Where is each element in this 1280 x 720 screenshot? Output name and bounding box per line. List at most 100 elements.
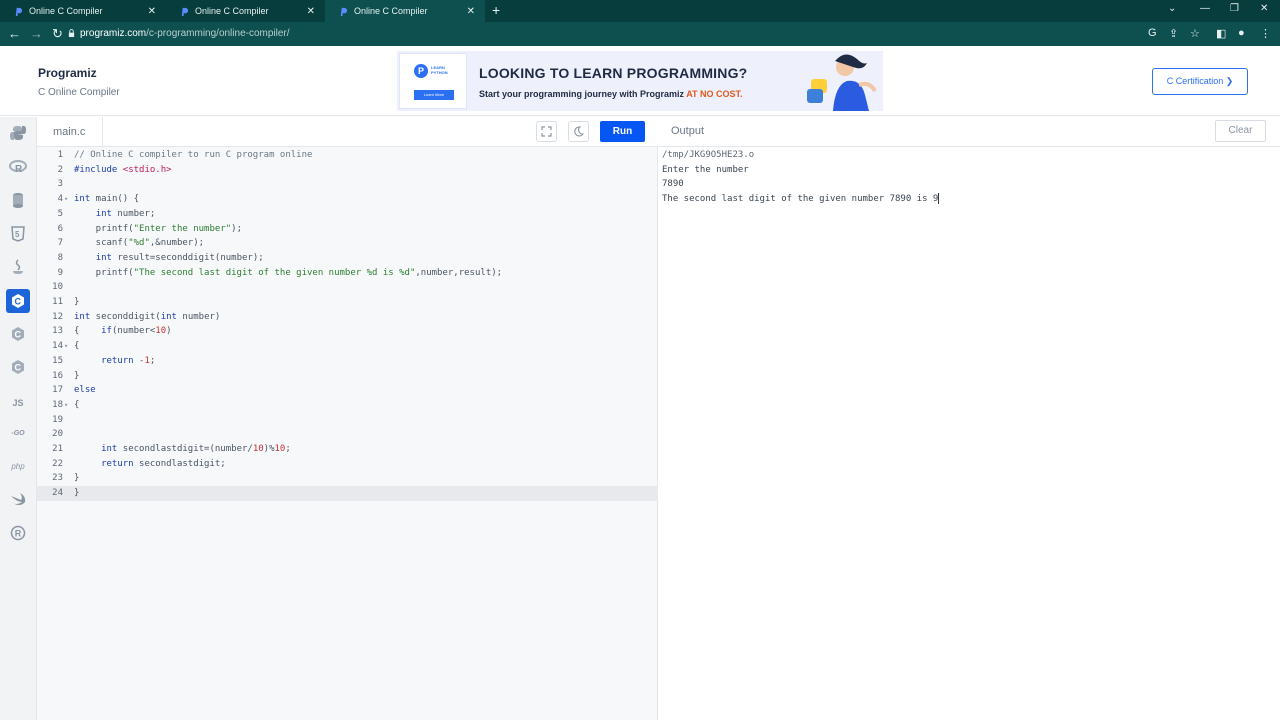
output-title: Output <box>671 125 705 137</box>
code-line[interactable]: 17 else <box>37 383 658 398</box>
programiz-logo[interactable]: Programiz <box>38 66 97 80</box>
url-host: programiz.com <box>80 28 147 39</box>
minimize-icon[interactable]: — <box>1200 3 1210 14</box>
code-line[interactable]: 21 int secondlastdigit=(number/10)%10; <box>37 442 658 457</box>
restore-icon[interactable]: ❐ <box>1230 3 1239 14</box>
tab-close-icon[interactable]: ✕ <box>467 6 475 17</box>
lock-icon <box>68 29 75 37</box>
programiz-favicon-icon <box>14 7 23 16</box>
code-line[interactable]: 19 <box>37 413 658 428</box>
editor-toolbar: main.c Run <box>37 117 658 147</box>
code-line[interactable]: 20 <box>37 427 658 442</box>
code-line[interactable]: 4 ▾ int main() { <box>37 192 658 207</box>
fold-arrow-icon[interactable]: ▾ <box>64 192 68 207</box>
line-number: 21 <box>52 444 63 454</box>
code-text: } <box>74 370 80 381</box>
share-icon[interactable]: ⇪ <box>1169 27 1178 40</box>
bookmark-star-icon[interactable]: ☆ <box>1190 27 1200 40</box>
code-line[interactable]: 10 <box>37 280 658 295</box>
profile-icon[interactable]: ● <box>1238 27 1245 39</box>
browser-tab-bar: Online C Compiler ✕ Online C Compiler ✕ … <box>0 0 1280 22</box>
code-line[interactable]: 14 ▾ { <box>37 339 658 354</box>
code-line[interactable]: 23} <box>37 471 658 486</box>
code-line[interactable]: 11} <box>37 295 658 310</box>
java-icon[interactable] <box>6 255 30 279</box>
code-line[interactable]: 22 return secondlastdigit; <box>37 457 658 472</box>
text-cursor <box>938 193 940 205</box>
svg-text:C: C <box>15 330 22 340</box>
code-line[interactable]: 5 int number; <box>37 207 658 222</box>
browser-tab-active[interactable]: Online C Compiler ✕ <box>325 0 485 22</box>
code-line[interactable]: 15 return -1; <box>37 354 658 369</box>
reload-icon[interactable]: ↻ <box>52 26 63 42</box>
code-text: #include <stdio.h> <box>74 164 172 175</box>
code-line[interactable]: 13 { if(number<10) <box>37 324 658 339</box>
cpp-icon[interactable]: C <box>6 322 30 346</box>
close-window-icon[interactable]: ✕ <box>1260 3 1268 14</box>
ad-banner[interactable]: P LEARN PYTHON Learn More LOOKING TO LEAR… <box>397 51 883 111</box>
fold-arrow-icon[interactable]: ▾ <box>64 398 68 413</box>
language-sidebar: R 5 C C C JS -GO php R <box>0 117 37 720</box>
line-number: 16 <box>52 370 63 381</box>
expand-icon <box>541 126 552 137</box>
line-number: 23 <box>52 473 63 484</box>
code-line[interactable]: 9 printf("The second last digit of the g… <box>37 266 658 281</box>
code-line[interactable]: 1 // Online C compiler to run C program o… <box>37 148 658 163</box>
theme-toggle-button[interactable] <box>568 121 589 142</box>
rust-icon[interactable]: R <box>6 521 30 545</box>
code-line[interactable]: 24} <box>37 486 658 501</box>
output-console[interactable]: /tmp/JKG9O5HE23.o Enter the number 7890 … <box>659 147 1280 720</box>
line-number: 13 <box>52 326 63 337</box>
new-tab-button[interactable]: + <box>492 2 500 18</box>
code-editor[interactable]: 1 // Online C compiler to run C program o… <box>37 147 658 720</box>
code-text: return secondlastdigit; <box>101 458 226 469</box>
code-line[interactable]: 12 int seconddigit(int number) <box>37 310 658 325</box>
forward-arrow-icon[interactable]: → <box>30 26 43 42</box>
c-lang-icon[interactable]: C <box>6 289 30 313</box>
side-panel-icon[interactable]: ◧ <box>1216 27 1226 40</box>
moon-icon <box>574 126 584 137</box>
clear-button[interactable]: Clear <box>1215 120 1266 142</box>
python-icon[interactable] <box>6 121 30 145</box>
browser-tab[interactable]: Online C Compiler ✕ <box>166 0 325 22</box>
line-number: 1 <box>57 150 63 160</box>
javascript-icon[interactable]: JS <box>6 391 30 415</box>
php-icon[interactable]: php <box>6 454 30 478</box>
tab-search-icon[interactable]: ⌄ <box>1168 3 1176 14</box>
line-number: 14 <box>52 341 63 352</box>
google-icon[interactable]: G <box>1148 27 1157 39</box>
c-certification-button[interactable]: C Certification ❯ <box>1152 68 1248 95</box>
sql-icon[interactable] <box>6 188 30 212</box>
code-line[interactable]: 2 #include <stdio.h> <box>37 163 658 178</box>
code-line[interactable]: 6 printf("Enter the number"); <box>37 222 658 237</box>
r-lang-icon[interactable]: R <box>6 155 30 179</box>
line-number: 11 <box>52 297 63 307</box>
tab-title: Online C Compiler <box>29 6 103 16</box>
banner-illustration-icon <box>807 54 877 111</box>
tab-close-icon[interactable]: ✕ <box>307 6 315 17</box>
code-line[interactable]: 16} <box>37 369 658 384</box>
fullscreen-button[interactable] <box>536 121 557 142</box>
html5-icon[interactable]: 5 <box>6 222 30 246</box>
learn-more-button[interactable]: Learn More <box>414 90 454 100</box>
browser-tab[interactable]: Online C Compiler ✕ <box>0 0 166 22</box>
code-line[interactable]: 7 scanf("%d",&number); <box>37 236 658 251</box>
banner-subtext: Start your programming journey with Prog… <box>479 89 743 99</box>
run-button[interactable]: Run <box>600 121 645 142</box>
url-field[interactable]: programiz.com/c-programming/online-compi… <box>80 28 290 39</box>
swift-icon[interactable] <box>6 488 30 512</box>
file-tab-main-c[interactable]: main.c <box>37 117 103 147</box>
code-line[interactable]: 8 int result=seconddigit(number); <box>37 251 658 266</box>
line-number: 7 <box>57 238 63 249</box>
fold-arrow-icon[interactable]: ▾ <box>64 339 68 354</box>
back-arrow-icon[interactable]: ← <box>8 26 21 42</box>
go-icon[interactable]: -GO <box>6 421 30 445</box>
tab-close-icon[interactable]: ✕ <box>148 6 156 17</box>
code-text: scanf("%d",&number); <box>74 238 205 249</box>
code-text: { if(number<10) <box>74 326 172 337</box>
menu-kebab-icon[interactable]: ⋮ <box>1260 27 1271 40</box>
csharp-icon[interactable]: C <box>6 355 30 379</box>
code-line[interactable]: 18 ▾ { <box>37 398 658 413</box>
code-line[interactable]: 3 <box>37 177 658 192</box>
learn-python-logo-icon: P <box>414 64 428 78</box>
